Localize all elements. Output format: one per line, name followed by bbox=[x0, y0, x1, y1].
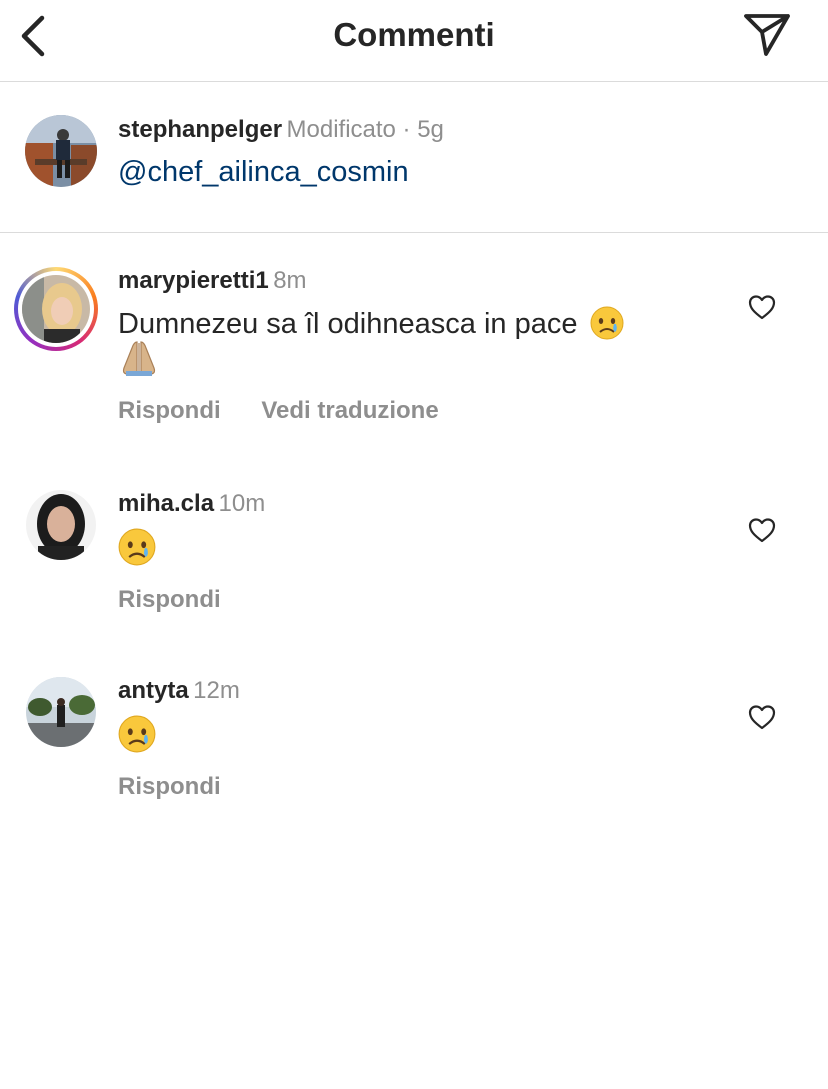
comment-header: miha.cla 10m bbox=[118, 490, 265, 518]
header-bar: Commenti bbox=[0, 0, 828, 82]
post-caption: stephanpelger Modificato · 5g @chef_aili… bbox=[0, 83, 828, 233]
avatar[interactable] bbox=[25, 115, 97, 187]
comment-username[interactable]: miha.cla bbox=[118, 490, 214, 517]
comment-header: antyta 12m bbox=[118, 677, 240, 705]
comment-text bbox=[118, 528, 156, 566]
caption-header: stephanpelger Modificato · 5g bbox=[118, 116, 444, 144]
comment-time: 10m bbox=[218, 490, 266, 517]
reply-button[interactable]: Rispondi bbox=[118, 586, 221, 613]
caption-username[interactable]: stephanpelger bbox=[118, 116, 282, 143]
paper-plane-icon bbox=[744, 14, 790, 56]
comment-time: 12m bbox=[193, 677, 240, 704]
comment-text: Dumnezeu sa îl odihneasca in pace bbox=[118, 306, 624, 341]
crying-face-icon bbox=[118, 715, 156, 753]
heart-icon[interactable] bbox=[748, 517, 776, 543]
comment-actions: Rispondi bbox=[118, 586, 221, 614]
avatar bbox=[22, 275, 90, 343]
comment-username[interactable]: marypieretti1 bbox=[118, 267, 269, 294]
page-title: Commenti bbox=[333, 16, 495, 53]
comment-text bbox=[118, 715, 156, 753]
caption-meta: Modificato · 5g bbox=[286, 116, 444, 143]
crying-face-icon bbox=[118, 528, 156, 566]
avatar[interactable] bbox=[26, 490, 96, 560]
comment-time: 8m bbox=[273, 267, 307, 294]
reply-button[interactable]: Rispondi bbox=[118, 773, 221, 800]
story-ring[interactable] bbox=[14, 267, 98, 351]
comment-header: marypieretti1 8m bbox=[118, 267, 307, 295]
comment-text-line2 bbox=[118, 338, 160, 378]
see-translation-button[interactable]: Vedi traduzione bbox=[261, 397, 438, 424]
avatar[interactable] bbox=[26, 677, 96, 747]
reply-button[interactable]: Rispondi bbox=[118, 397, 221, 424]
comment-actions: Rispondi Vedi traduzione bbox=[118, 397, 439, 425]
comment-text-content: Dumnezeu sa îl odihneasca in pace bbox=[118, 308, 578, 340]
heart-icon[interactable] bbox=[748, 294, 776, 320]
crying-face-icon bbox=[590, 306, 624, 340]
comment-actions: Rispondi bbox=[118, 773, 221, 801]
comment-username[interactable]: antyta bbox=[118, 677, 189, 704]
caption-mention[interactable]: @chef_ailinca_cosmin bbox=[118, 156, 409, 189]
heart-icon[interactable] bbox=[748, 704, 776, 730]
share-button[interactable] bbox=[742, 10, 794, 58]
folded-hands-icon bbox=[122, 341, 156, 376]
